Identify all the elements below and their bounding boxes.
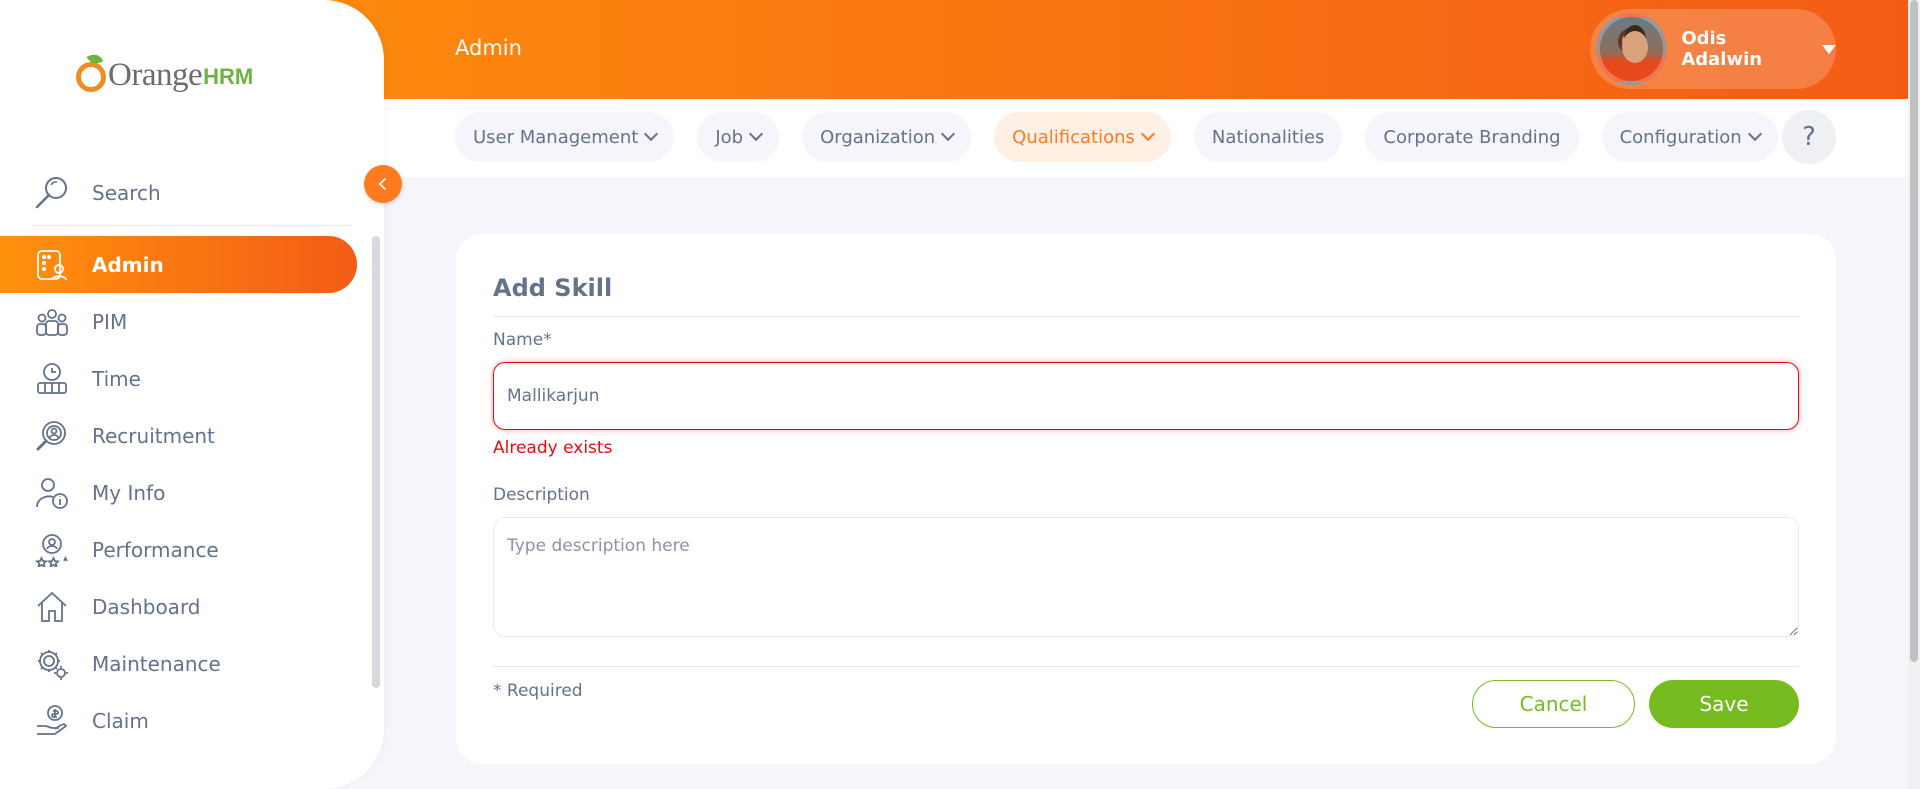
brand-logo[interactable]: Orange HRM xyxy=(72,46,253,100)
save-button[interactable]: Save xyxy=(1649,680,1799,728)
sidebar-scrollbar[interactable] xyxy=(372,236,380,688)
tab-user-management[interactable]: User Management xyxy=(455,112,675,162)
sidebar-item-time[interactable]: Time xyxy=(0,350,357,407)
tab-job[interactable]: Job xyxy=(697,112,780,162)
sidebar-item-label: Dashboard xyxy=(92,594,201,619)
page-title: Admin xyxy=(455,36,522,60)
sidebar-item-label: Maintenance xyxy=(92,651,221,676)
sidebar-item-admin[interactable]: Admin xyxy=(0,236,357,293)
sidebar-nav: Admin PIM Time Recruitment My Info Perfo… xyxy=(0,236,384,749)
my-info-icon xyxy=(34,475,70,511)
chevron-left-icon xyxy=(378,178,386,190)
tab-label: Organization xyxy=(820,126,936,148)
description-label: Description xyxy=(493,485,590,505)
tab-label: Nationalities xyxy=(1211,126,1325,148)
recruitment-icon xyxy=(34,418,70,454)
sidebar: Orange HRM Search Admin PIM Time Recruit… xyxy=(0,0,384,789)
add-skill-card: Add Skill Name* Already exists Descripti… xyxy=(456,234,1836,764)
pim-icon xyxy=(34,304,70,340)
scrollbar-thumb[interactable] xyxy=(1910,0,1918,662)
tab-nationalities[interactable]: Nationalities xyxy=(1193,112,1343,162)
sidebar-item-label: Recruitment xyxy=(92,423,215,448)
chevron-down-icon xyxy=(941,126,956,142)
tab-label: Corporate Branding xyxy=(1383,126,1561,148)
sidebar-item-label: Admin xyxy=(92,252,164,277)
orange-logo-icon xyxy=(72,51,108,92)
admin-icon xyxy=(34,247,70,283)
sidebar-item-label: PIM xyxy=(92,309,128,334)
brand-name: Orange xyxy=(108,56,203,93)
tab-qualifications[interactable]: Qualifications xyxy=(994,112,1171,162)
sidebar-item-label: My Info xyxy=(92,480,166,505)
sidebar-item-label: Claim xyxy=(92,708,149,733)
brand-suffix: HRM xyxy=(203,64,254,89)
sidebar-item-label: Time xyxy=(92,366,141,391)
required-note: * Required xyxy=(493,681,583,701)
sidebar-item-label: Performance xyxy=(92,537,219,562)
time-icon xyxy=(34,361,70,397)
user-name: Odis Adalwin xyxy=(1681,28,1763,70)
search-icon xyxy=(35,176,67,208)
maintenance-icon xyxy=(34,646,70,682)
chevron-down-icon xyxy=(644,126,659,142)
sidebar-item-maintenance[interactable]: Maintenance xyxy=(0,635,357,692)
name-error-message: Already exists xyxy=(493,438,613,458)
performance-icon xyxy=(34,532,70,568)
dashboard-icon xyxy=(34,589,70,625)
collapse-sidebar-button[interactable] xyxy=(364,165,402,203)
sidebar-item-dashboard[interactable]: Dashboard xyxy=(0,578,357,635)
tab-label: Job xyxy=(715,126,744,148)
chevron-down-icon xyxy=(1140,126,1155,142)
page-scrollbar[interactable] xyxy=(1908,0,1920,789)
cancel-button[interactable]: Cancel xyxy=(1472,680,1635,728)
tab-label: Qualifications xyxy=(1012,126,1135,148)
tab-organization[interactable]: Organization xyxy=(802,112,972,162)
sidebar-search[interactable]: Search xyxy=(32,160,352,226)
tab-configuration[interactable]: Configuration xyxy=(1601,112,1778,162)
sidebar-item-claim[interactable]: Claim xyxy=(0,692,357,749)
form-title: Add Skill xyxy=(493,274,613,302)
sidebar-item-my-info[interactable]: My Info xyxy=(0,464,357,521)
avatar xyxy=(1596,13,1668,85)
sidebar-item-performance[interactable]: Performance xyxy=(0,521,357,578)
help-button[interactable]: ? xyxy=(1782,110,1836,164)
sidebar-item-pim[interactable]: PIM xyxy=(0,293,357,350)
title-divider xyxy=(493,316,1799,317)
footer-divider xyxy=(493,666,1799,667)
sidebar-item-recruitment[interactable]: Recruitment xyxy=(0,407,357,464)
claim-icon xyxy=(34,703,70,739)
chevron-down-icon xyxy=(749,126,764,142)
chevron-down-icon xyxy=(1747,126,1762,142)
name-field[interactable] xyxy=(493,362,1799,430)
description-field[interactable] xyxy=(493,517,1799,637)
name-label: Name* xyxy=(493,330,552,350)
tab-label: User Management xyxy=(473,126,639,148)
caret-down-icon xyxy=(1822,44,1836,54)
tab-corporate-branding[interactable]: Corporate Branding xyxy=(1365,112,1579,162)
user-dropdown[interactable]: Odis Adalwin xyxy=(1590,9,1836,89)
search-label: Search xyxy=(92,180,161,205)
admin-tabs: User Management Job Organization Qualifi… xyxy=(455,112,1778,162)
tab-label: Configuration xyxy=(1619,126,1742,148)
